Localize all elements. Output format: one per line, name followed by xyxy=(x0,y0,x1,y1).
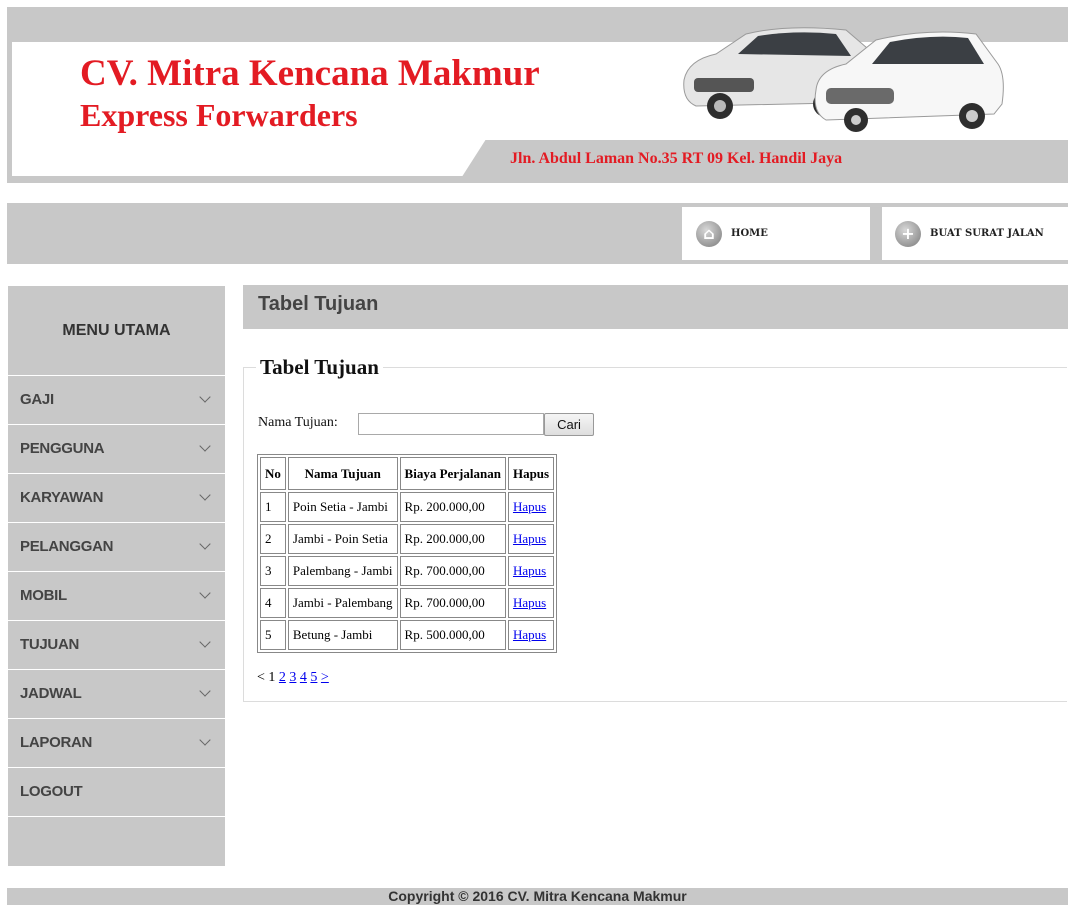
fieldset-legend: Tabel Tujuan xyxy=(256,355,383,380)
sidebar-item-karyawan[interactable]: KARYAWAN xyxy=(8,473,225,521)
cell-biaya: Rp. 500.000,00 xyxy=(399,620,506,650)
home-button[interactable]: ⌂ HOME xyxy=(682,207,870,260)
chevron-down-icon xyxy=(199,587,211,599)
sidebar-item-pengguna[interactable]: PENGGUNA xyxy=(8,424,225,472)
cell-biaya: Rp. 700.000,00 xyxy=(399,556,506,586)
cell-no: 5 xyxy=(260,620,286,650)
column-header-biaya: Biaya Perjalanan xyxy=(399,457,506,490)
cell-hapus: Hapus xyxy=(507,588,555,618)
footer: Copyright © 2016 CV. Mitra Kencana Makmu… xyxy=(7,888,1068,905)
sidebar-item-label: MOBIL xyxy=(20,587,67,604)
sidebar-item-label: PELANGGAN xyxy=(20,538,114,555)
cell-no: 2 xyxy=(260,524,286,554)
sidebar-item-tujuan[interactable]: TUJUAN xyxy=(8,620,225,668)
chevron-down-icon xyxy=(199,734,211,746)
company-name: CV. Mitra Kencana Makmur xyxy=(80,53,540,94)
sidebar-item-label: PENGGUNA xyxy=(20,440,105,457)
cell-nama-tujuan: Jambi - Poin Setia xyxy=(287,524,398,554)
sidebar-item-laporan[interactable]: LAPORAN xyxy=(8,718,225,766)
chevron-down-icon xyxy=(199,440,211,452)
plus-icon: + xyxy=(895,220,921,247)
sidebar-empty-row xyxy=(8,816,225,866)
hapus-link[interactable]: Hapus xyxy=(513,563,546,578)
home-label: HOME xyxy=(731,228,768,239)
cell-biaya: Rp. 200.000,00 xyxy=(399,524,506,554)
sidebar-item-label: JADWAL xyxy=(20,685,82,702)
sidebar-item-mobil[interactable]: MOBIL xyxy=(8,571,225,619)
cell-nama-tujuan: Poin Setia - Jambi xyxy=(287,492,398,522)
hapus-link[interactable]: Hapus xyxy=(513,595,546,610)
chevron-down-icon xyxy=(199,685,211,697)
hapus-link[interactable]: Hapus xyxy=(513,627,546,642)
sidebar-item-jadwal[interactable]: JADWAL xyxy=(8,669,225,717)
sidebar-item-label: KARYAWAN xyxy=(20,489,104,506)
sidebar-item-label: TUJUAN xyxy=(20,636,80,653)
cell-hapus: Hapus xyxy=(507,492,555,522)
sidebar-item-gaji[interactable]: GAJI xyxy=(8,375,225,423)
table-row: 2 Jambi - Poin Setia Rp. 200.000,00 Hapu… xyxy=(260,524,555,554)
pager-link-3[interactable]: 3 xyxy=(289,670,296,685)
pager-next-link[interactable]: > xyxy=(321,670,329,685)
company-subtitle: Express Forwarders xyxy=(80,97,358,133)
sidebar-item-label: GAJI xyxy=(20,391,54,408)
table-row: 3 Palembang - Jambi Rp. 700.000,00 Hapus xyxy=(260,556,555,586)
search-button[interactable]: Cari xyxy=(544,413,594,436)
search-input[interactable] xyxy=(358,413,544,435)
pager-link-4[interactable]: 4 xyxy=(300,670,307,685)
cell-no: 1 xyxy=(260,492,286,522)
column-header-hapus: Hapus xyxy=(507,457,555,490)
sidebar-item-label: LAPORAN xyxy=(20,734,93,751)
cell-no: 3 xyxy=(260,556,286,586)
sidebar-item-pelanggan[interactable]: PELANGGAN xyxy=(8,522,225,570)
header-top-shape xyxy=(7,7,582,41)
cell-no: 4 xyxy=(260,588,286,618)
chevron-down-icon xyxy=(199,538,211,550)
cars-image xyxy=(683,27,1004,132)
pager-current: 1 xyxy=(268,670,276,685)
home-icon: ⌂ xyxy=(696,220,722,247)
page-title: Tabel Tujuan xyxy=(258,293,379,315)
cell-hapus: Hapus xyxy=(507,524,555,554)
pager-prev: < xyxy=(257,670,265,685)
cell-nama-tujuan: Jambi - Palembang xyxy=(287,588,398,618)
table-row: 4 Jambi - Palembang Rp. 700.000,00 Hapus xyxy=(260,588,555,618)
hapus-link[interactable]: Hapus xyxy=(513,499,546,514)
cell-biaya: Rp. 200.000,00 xyxy=(399,492,506,522)
pagination: < 1 2 3 4 5 > xyxy=(257,670,329,686)
company-address: Jln. Abdul Laman No.35 RT 09 Kel. Handil… xyxy=(510,150,843,167)
tujuan-table: No Nama Tujuan Biaya Perjalanan Hapus 1 … xyxy=(257,454,558,653)
search-label: Nama Tujuan: xyxy=(258,415,338,430)
pager-link-2[interactable]: 2 xyxy=(279,670,286,685)
chevron-down-icon xyxy=(199,489,211,501)
table-row: 1 Poin Setia - Jambi Rp. 200.000,00 Hapu… xyxy=(260,492,555,522)
pager-link-5[interactable]: 5 xyxy=(310,670,317,685)
chevron-down-icon xyxy=(199,636,211,648)
sidebar-title: MENU UTAMA xyxy=(62,321,171,339)
cell-nama-tujuan: Betung - Jambi xyxy=(287,620,398,650)
table-row: 5 Betung - Jambi Rp. 500.000,00 Hapus xyxy=(260,620,555,650)
table-header-row: No Nama Tujuan Biaya Perjalanan Hapus xyxy=(260,457,555,490)
chevron-down-icon xyxy=(199,391,211,403)
sidebar-item-logout[interactable]: LOGOUT xyxy=(8,767,225,815)
column-header-nama-tujuan: Nama Tujuan xyxy=(287,457,398,490)
sidebar-item-label: LOGOUT xyxy=(20,783,83,800)
cell-hapus: Hapus xyxy=(507,620,555,650)
sidebar: MENU UTAMA GAJI PENGGUNA KARYAWAN PELANG… xyxy=(8,286,225,866)
cell-biaya: Rp. 700.000,00 xyxy=(399,588,506,618)
buat-surat-jalan-button[interactable]: + BUAT SURAT JALAN xyxy=(882,207,1068,260)
cell-hapus: Hapus xyxy=(507,556,555,586)
hapus-link[interactable]: Hapus xyxy=(513,531,546,546)
buat-surat-jalan-label: BUAT SURAT JALAN xyxy=(930,228,1044,239)
cell-nama-tujuan: Palembang - Jambi xyxy=(287,556,398,586)
column-header-no: No xyxy=(260,457,286,490)
